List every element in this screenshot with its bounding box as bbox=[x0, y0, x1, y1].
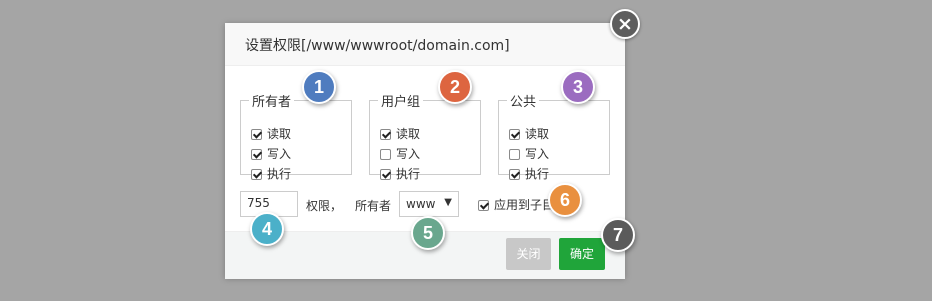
checkbox-label: 执行 bbox=[267, 167, 292, 181]
apply-subdir-checkbox[interactable]: 应用到子目 bbox=[478, 196, 554, 213]
step-badge: 5 bbox=[411, 216, 445, 250]
checkbox-label: 执行 bbox=[525, 167, 550, 181]
group-write-checkbox[interactable]: 写入 bbox=[380, 146, 420, 162]
step-badge: 1 bbox=[302, 70, 336, 104]
checkbox-icon[interactable] bbox=[478, 200, 489, 211]
owner-group: 所有者 读取 写入 执行 bbox=[240, 91, 352, 181]
owner-write-checkbox[interactable]: 写入 bbox=[251, 146, 291, 162]
owner-exec-checkbox[interactable]: 执行 bbox=[251, 166, 291, 182]
close-button[interactable]: 关闭 bbox=[506, 238, 551, 270]
checkbox-icon[interactable] bbox=[251, 169, 262, 180]
public-legend: 公共 bbox=[510, 95, 537, 110]
chevron-down-icon: ▼ bbox=[444, 197, 452, 208]
step-badge: 2 bbox=[438, 70, 472, 104]
group-exec-checkbox[interactable]: 执行 bbox=[380, 166, 420, 182]
owner-legend: 所有者 bbox=[252, 95, 292, 110]
public-write-checkbox[interactable]: 写入 bbox=[509, 146, 549, 162]
step-badge: 3 bbox=[561, 70, 595, 104]
checkbox-icon[interactable] bbox=[509, 149, 520, 160]
group-read-checkbox[interactable]: 读取 bbox=[380, 126, 420, 142]
checkbox-label: 读取 bbox=[525, 127, 550, 141]
public-exec-checkbox[interactable]: 执行 bbox=[509, 166, 549, 182]
checkbox-icon[interactable] bbox=[380, 149, 391, 160]
checkbox-icon[interactable] bbox=[251, 129, 262, 140]
dialog-title: 设置权限[/www/wwwroot/domain.com] bbox=[245, 38, 510, 54]
permission-suffix-label: 权限， bbox=[306, 199, 343, 213]
group-legend: 用户组 bbox=[381, 95, 421, 110]
apply-subdir-label: 应用到子目 bbox=[494, 198, 555, 212]
checkbox-icon[interactable] bbox=[509, 169, 520, 180]
owner-read-checkbox[interactable]: 读取 bbox=[251, 126, 291, 142]
public-group: 公共 读取 写入 执行 bbox=[498, 91, 610, 181]
public-read-checkbox[interactable]: 读取 bbox=[509, 126, 549, 142]
owner-select-value: www bbox=[406, 197, 436, 211]
owner-select[interactable]: www ▼ bbox=[399, 191, 459, 217]
step-badge: 4 bbox=[250, 212, 284, 246]
checkbox-label: 写入 bbox=[525, 147, 550, 161]
checkbox-label: 执行 bbox=[396, 167, 421, 181]
group-group: 用户组 读取 写入 执行 bbox=[369, 91, 481, 181]
checkbox-label: 读取 bbox=[396, 127, 421, 141]
dialog-header: 设置权限[/www/wwwroot/domain.com] bbox=[225, 23, 625, 66]
checkbox-icon[interactable] bbox=[509, 129, 520, 140]
checkbox-label: 写入 bbox=[396, 147, 421, 161]
confirm-button[interactable]: 确定 bbox=[559, 238, 605, 270]
checkbox-icon[interactable] bbox=[380, 169, 391, 180]
close-icon[interactable]: × bbox=[610, 9, 640, 39]
checkbox-label: 读取 bbox=[267, 127, 292, 141]
step-badge: 6 bbox=[548, 183, 582, 217]
checkbox-icon[interactable] bbox=[380, 129, 391, 140]
owner-select-label: 所有者 bbox=[355, 199, 392, 213]
checkbox-label: 写入 bbox=[267, 147, 292, 161]
checkbox-icon[interactable] bbox=[251, 149, 262, 160]
step-badge: 7 bbox=[601, 218, 635, 252]
